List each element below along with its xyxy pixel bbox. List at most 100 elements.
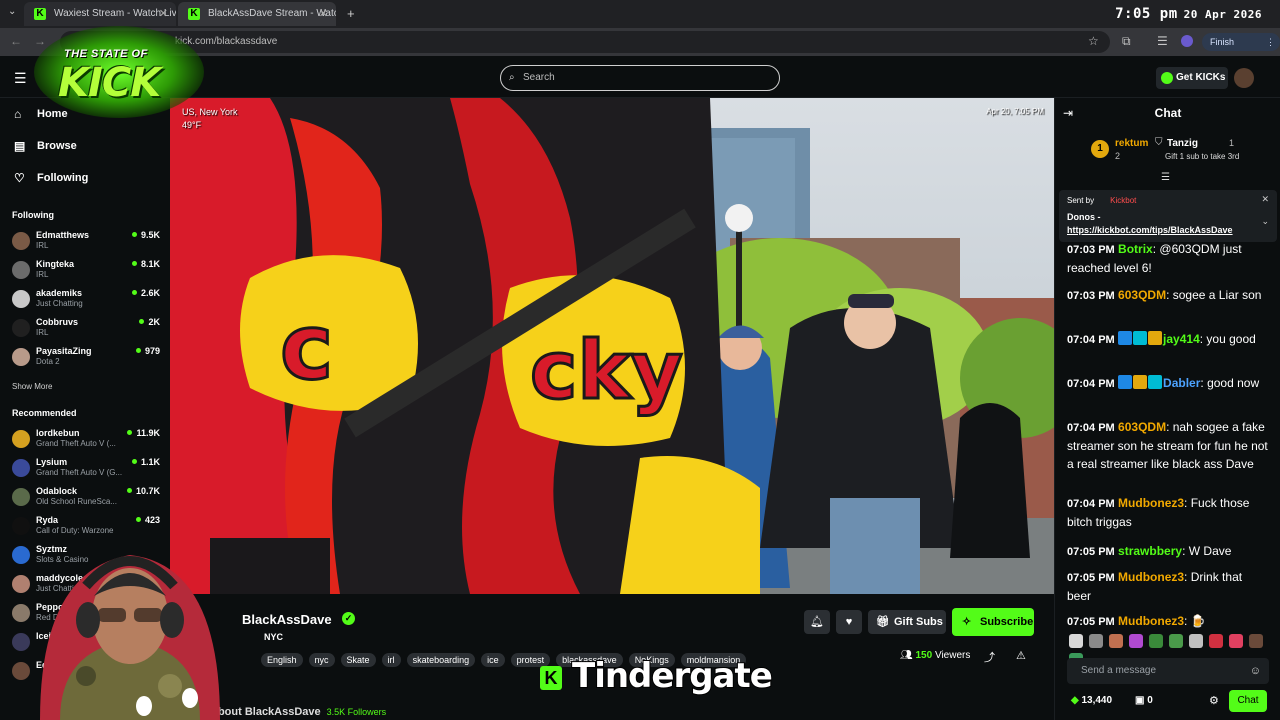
live-viewer-count: 9.5K — [132, 230, 160, 240]
emote-bar — [1069, 634, 1271, 667]
message-username[interactable]: Botrix — [1118, 242, 1153, 256]
emote-icon[interactable] — [1109, 634, 1123, 648]
channel-category: Grand Theft Auto V (... — [36, 439, 116, 448]
search-input[interactable]: ⌕ Search — [500, 65, 780, 91]
close-tab-icon[interactable]: ✕ — [319, 2, 328, 26]
sidebar-channel[interactable]: Lysium Grand Theft Auto V (G... 1.1K — [12, 457, 162, 483]
user-badge-icon — [1118, 375, 1133, 389]
user-badge-icon — [1148, 375, 1163, 389]
gift-subs-button[interactable]: 🎁︎ Gift Subs — [868, 610, 946, 634]
leader-name-2[interactable]: Tanzig — [1167, 138, 1198, 149]
finish-update-button[interactable]: Finish update⋮ — [1202, 33, 1280, 65]
sidebar-item-following[interactable]: ♡ Following — [14, 170, 88, 186]
sidebar-channel[interactable]: akademiks Just Chatting 2.6K — [12, 288, 162, 314]
sidebar-channel[interactable]: Odablock Old School RuneSca... 10.7K — [12, 486, 162, 512]
stream-tag[interactable]: ice — [481, 653, 505, 667]
sub-count: ▣ 0 — [1135, 695, 1153, 706]
streamer-name[interactable]: BlackAssDave — [242, 612, 332, 627]
tab-title: Waxiest Stream - Watch Live — [54, 8, 176, 19]
stream-tag[interactable]: Skate — [340, 653, 376, 667]
sidebar-channel[interactable]: Cobbruvs IRL 2K — [12, 317, 162, 343]
channel-category: Just Chatting — [36, 299, 83, 308]
message-username[interactable]: jay414 — [1163, 332, 1200, 346]
message-username[interactable]: Dabler — [1163, 376, 1200, 390]
report-icon[interactable]: ⚠ — [1016, 649, 1026, 662]
subscribe-button[interactable]: ✧ Subscribe — [952, 608, 1034, 636]
chat-panel: ⇥ Chat 1 rektum 2 ⛉ Tanzig 1 Gift 1 sub … — [1054, 98, 1280, 720]
emote-icon[interactable] — [1209, 634, 1223, 648]
emote-icon[interactable] — [1089, 634, 1103, 648]
url-field[interactable]: kick.com/blackassdave — [60, 31, 1110, 53]
menu-icon[interactable]: ☰ — [14, 70, 27, 87]
pinned-message: Sent by Kickbot ✕ Donos - https://kickbot… — [1059, 190, 1277, 242]
emote-icon[interactable] — [1129, 634, 1143, 648]
back-icon[interactable]: ← — [10, 34, 22, 48]
emote-icon[interactable] — [1069, 634, 1083, 648]
sidebar-channel[interactable]: PayasitaZing Dota 2 979 — [12, 346, 162, 372]
nav-label: Following — [37, 172, 89, 184]
followers-count: 3.5K Followers — [326, 707, 387, 717]
points-icon: ◆ — [1071, 695, 1082, 706]
video-player[interactable]: c cky US, New York 49°F Apr 20, 7:05 PM — [170, 98, 1054, 594]
emote-icon[interactable] — [1229, 634, 1243, 648]
message-username[interactable]: Mudbonez3 — [1118, 570, 1184, 584]
message-username[interactable]: 603QDM — [1118, 288, 1166, 302]
new-tab-icon[interactable]: + — [347, 6, 355, 21]
caption-text: Tindergate — [571, 655, 774, 697]
avatar — [12, 430, 30, 448]
unpin-icon[interactable]: ✕ — [1261, 194, 1269, 205]
verified-badge-icon: ✓ — [342, 612, 355, 625]
emoji-icon[interactable]: ☺ — [1250, 658, 1261, 684]
bot-name: Kickbot — [1110, 196, 1137, 205]
emote-icon[interactable] — [1189, 634, 1203, 648]
extensions-icon[interactable]: ⧉ — [1122, 34, 1131, 49]
chat-input[interactable]: Send a message ☺ — [1067, 658, 1269, 684]
viewer-count: 👥︎ 150 Viewers — [900, 650, 970, 661]
streamer-webcam-overlay — [0, 526, 250, 720]
chat-message: 07:05 PM Mudbonez3: 🍺 — [1067, 614, 1206, 628]
bookmark-star-icon[interactable]: ☆ — [1088, 34, 1099, 48]
chat-divider-handle[interactable]: ☰ — [1161, 172, 1170, 183]
stream-tag[interactable]: irl — [381, 653, 401, 667]
message-username[interactable]: Mudbonez3 — [1118, 496, 1184, 510]
leader-name-1[interactable]: rektum — [1115, 138, 1148, 149]
reading-list-icon[interactable]: ☰ — [1157, 34, 1168, 48]
message-time: 07:03 PM — [1067, 290, 1115, 302]
tab-list-menu-icon[interactable]: ⌄ — [8, 6, 16, 17]
stream-tag[interactable]: English — [261, 653, 303, 667]
avatar — [12, 261, 30, 279]
chat-message: 07:03 PM 603QDM: sogee a Liar son — [1067, 288, 1262, 302]
live-viewer-count: 2K — [139, 317, 160, 327]
user-avatar[interactable] — [1234, 68, 1254, 88]
leader-note: Gift 1 sub to take 3rd — [1165, 152, 1240, 161]
sidebar-channel[interactable]: lordkebun Grand Theft Auto V (... 11.9K — [12, 428, 162, 454]
share-icon[interactable]: ⤴ — [984, 649, 995, 665]
stream-tag[interactable]: skateboarding — [406, 653, 476, 667]
chat-settings-icon[interactable]: ⚙ — [1209, 694, 1219, 707]
message-username[interactable]: strawbbery — [1118, 544, 1182, 558]
message-username[interactable]: Mudbonez3 — [1118, 614, 1184, 628]
channel-points[interactable]: ◆ 13,440 — [1071, 695, 1112, 706]
show-more-link[interactable]: Show More — [12, 382, 52, 391]
sidebar-channel[interactable]: Kingteka IRL 8.1K — [12, 259, 162, 285]
stream-tag[interactable]: protest — [510, 653, 551, 667]
clock-date: 20 Apr 2026 — [1183, 8, 1262, 21]
sidebar-item-browse[interactable]: ▤ Browse — [14, 138, 77, 154]
notification-bell-button[interactable]: 🔔︎ — [804, 610, 830, 634]
follow-heart-button[interactable]: ♥ — [836, 610, 862, 634]
stream-tag[interactable]: nyc — [308, 653, 335, 667]
emote-icon[interactable] — [1169, 634, 1183, 648]
emote-icon[interactable] — [1149, 634, 1163, 648]
get-kicks-label: Get KICKs — [1176, 72, 1226, 83]
profile-avatar[interactable] — [1181, 35, 1193, 47]
message-username[interactable]: 603QDM — [1118, 420, 1166, 434]
channel-name: PayasitaZing — [36, 346, 92, 356]
get-kicks-button[interactable]: Get KICKs — [1156, 67, 1228, 89]
message-text: good now — [1207, 376, 1260, 390]
message-time: 07:04 PM — [1067, 378, 1115, 390]
chat-send-button[interactable]: Chat — [1229, 690, 1267, 712]
expand-chevron-icon[interactable]: ⌄ — [1261, 216, 1269, 227]
pinned-link[interactable]: https://kickbot.com/tips/BlackAssDave — [1067, 225, 1253, 235]
sidebar-channel[interactable]: Edmatthews IRL 9.5K — [12, 230, 162, 256]
emote-icon[interactable] — [1249, 634, 1263, 648]
